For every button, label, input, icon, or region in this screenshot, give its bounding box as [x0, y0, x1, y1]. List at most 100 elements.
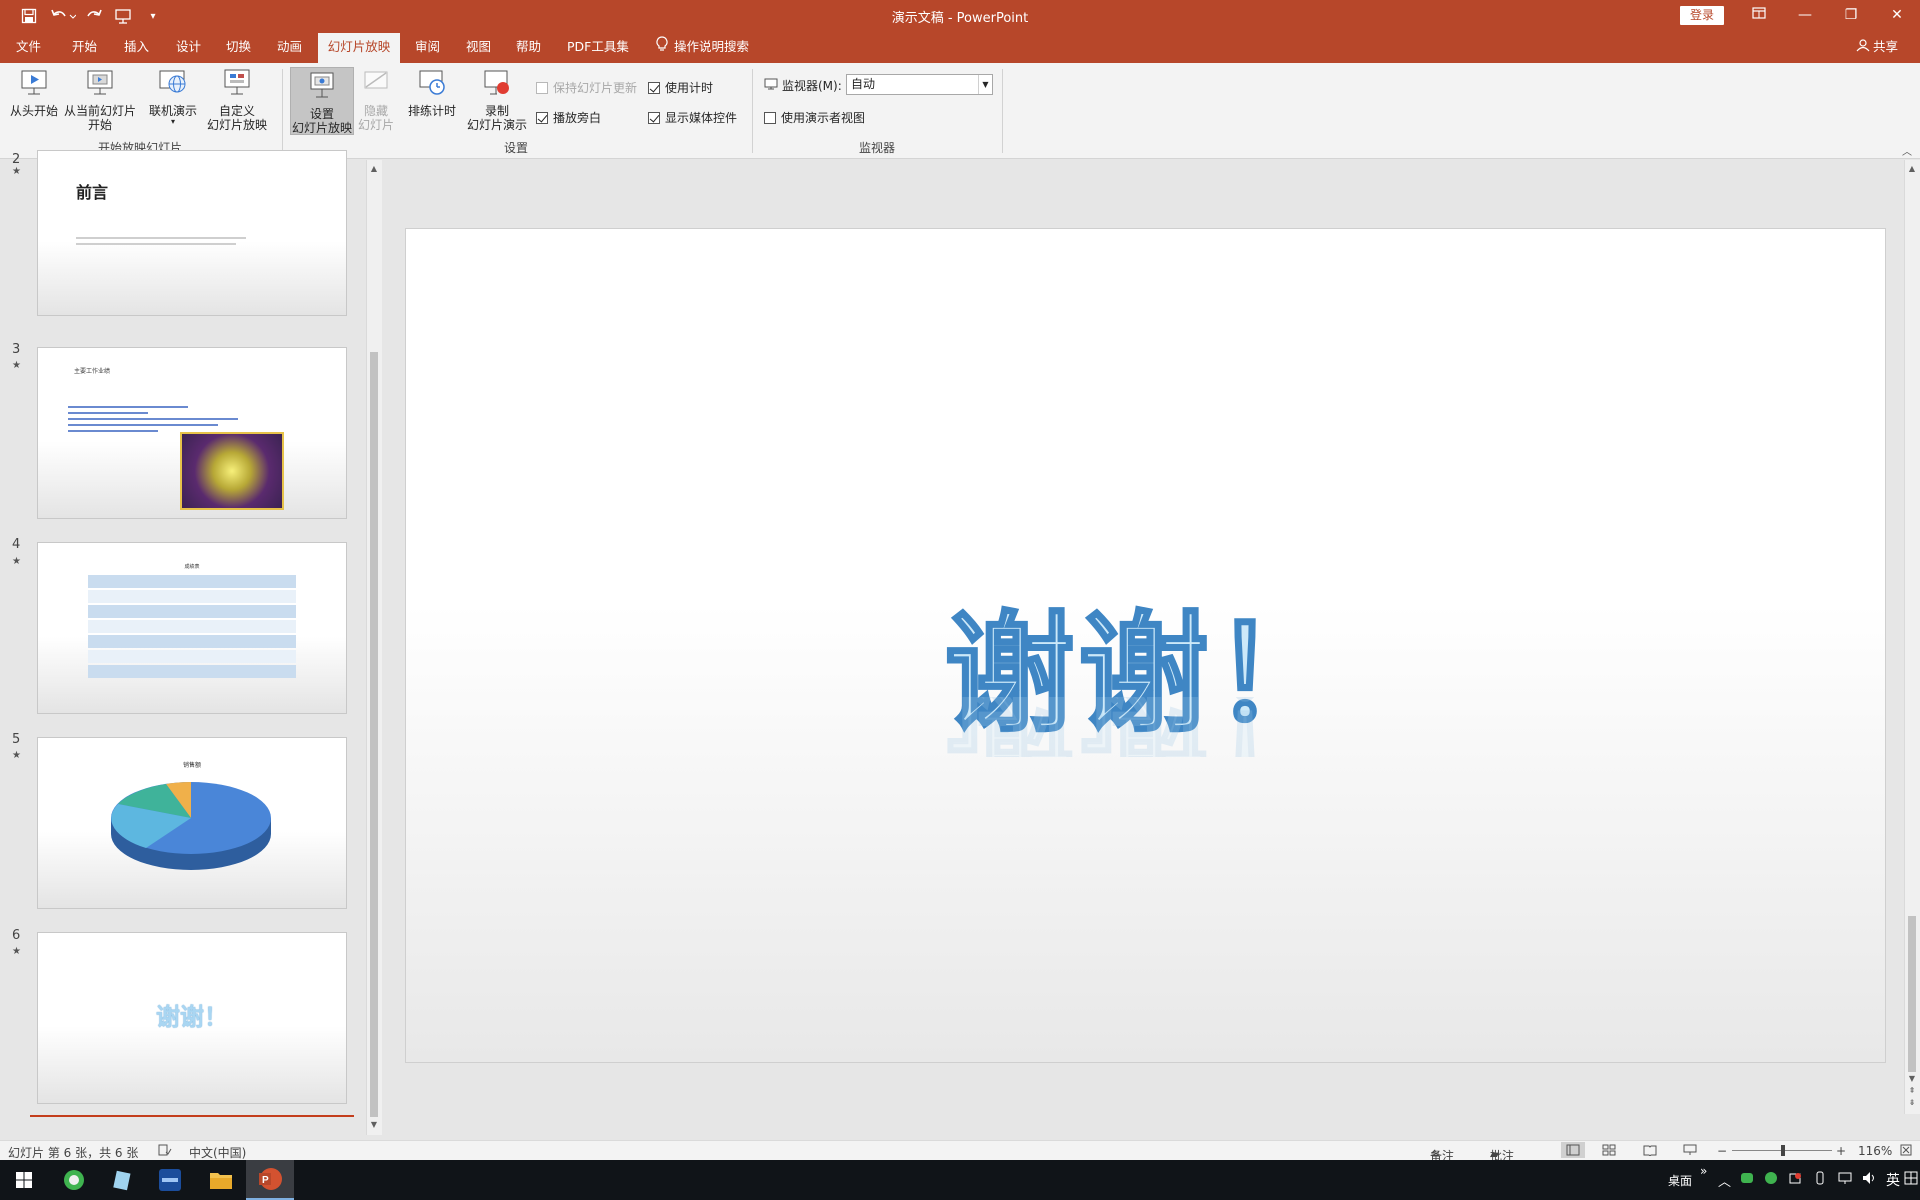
thumbnail-number: 4	[12, 537, 21, 552]
usb-tray-icon[interactable]	[1814, 1171, 1826, 1189]
globe-presentation-icon	[159, 70, 186, 93]
scrollbar-thumb[interactable]	[370, 352, 378, 1117]
text-line	[68, 418, 238, 420]
fit-to-window-icon[interactable]	[1900, 1144, 1912, 1159]
scrollbar-thumb[interactable]	[1908, 916, 1916, 1072]
desktop-toolbar-label[interactable]: 桌面	[1668, 1172, 1692, 1189]
close-button[interactable]: ✕	[1874, 0, 1920, 31]
checkbox-box	[764, 111, 776, 124]
setup-slide-show-button[interactable]: 设置 幻灯片放映	[290, 67, 354, 135]
insertion-marker	[30, 1115, 354, 1117]
spell-check-icon[interactable]	[158, 1144, 172, 1159]
presenter-view-checkbox[interactable]: 使用演示者视图	[764, 109, 865, 126]
notepad-icon[interactable]	[98, 1160, 146, 1200]
tab-home[interactable]: 开始	[66, 31, 103, 63]
start-icon[interactable]	[0, 1160, 48, 1200]
tab-file[interactable]: 文件	[10, 31, 47, 63]
normal-view-icon[interactable]	[1561, 1142, 1585, 1158]
record-slide-show-button[interactable]: 录制 幻灯片演示	[460, 67, 534, 132]
security-tray-icon[interactable]	[1788, 1171, 1802, 1189]
media-app-icon[interactable]	[146, 1160, 194, 1200]
group-label-monitors: 监视器	[858, 141, 895, 155]
next-slide-icon[interactable]: ⇟	[1905, 1096, 1919, 1110]
monitor-select[interactable]: 自动 ▼	[846, 74, 993, 95]
group-label-setup: 设置	[503, 141, 528, 155]
tab-animations[interactable]: 动画	[271, 31, 308, 63]
hide-slide-label-line1: 隐藏	[363, 104, 388, 118]
powerpoint-icon[interactable]: P	[246, 1160, 294, 1200]
show-media-controls-checkbox[interactable]: 显示媒体控件	[648, 109, 737, 126]
show-hidden-icons-icon[interactable]: ︿	[1718, 1171, 1731, 1190]
tab-slide-show[interactable]: 幻灯片放映	[318, 33, 400, 63]
thumbnail-scrollbar[interactable]: ▲ ▼	[366, 160, 382, 1135]
share-label: 共享	[1872, 39, 1898, 54]
tab-transitions[interactable]: 切换	[220, 31, 257, 63]
thumbnail-number: 5	[12, 732, 21, 747]
checkbox-box	[536, 111, 548, 124]
hide-slide-button[interactable]: 隐藏 幻灯片	[356, 67, 396, 132]
current-slide-canvas[interactable]: 谢谢！ 谢谢！	[405, 228, 1886, 1063]
zoom-level[interactable]: 116%	[1858, 1144, 1892, 1158]
table-row	[88, 650, 296, 663]
slide-thumbnail-5[interactable]: 销售额	[37, 737, 347, 909]
window-title: 演示文稿 - PowerPoint	[891, 11, 1029, 26]
reading-view-icon[interactable]	[1643, 1144, 1657, 1159]
slide-thumbnail-6[interactable]: 谢谢！	[37, 932, 347, 1104]
table-row	[88, 665, 296, 678]
slide-count-status: 幻灯片 第 6 张，共 6 张	[8, 1146, 139, 1160]
app-tray-icon[interactable]	[1764, 1171, 1778, 1189]
collapse-ribbon-icon[interactable]: ︿	[1902, 143, 1912, 158]
volume-icon[interactable]	[1862, 1171, 1878, 1189]
zoom-slider-thumb[interactable]	[1781, 1145, 1785, 1156]
slide-scrollbar[interactable]: ▲ ▼ ⇞ ⇟	[1904, 160, 1920, 1114]
tab-view[interactable]: 视图	[460, 31, 497, 63]
scroll-down-icon[interactable]: ▼	[367, 1118, 381, 1132]
network-icon[interactable]	[1838, 1171, 1854, 1189]
from-current-slide-button[interactable]: 从当前幻灯片 开始	[62, 67, 138, 132]
tell-me-search[interactable]: 操作说明搜索	[650, 31, 755, 63]
thumbnail-number: 2	[12, 152, 21, 167]
status-bar: 幻灯片 第 6 张，共 6 张 中文(中国) ≐ 备注 ▰ 批注 − + 116…	[0, 1140, 1920, 1163]
tab-design[interactable]: 设计	[170, 31, 207, 63]
slide-sorter-view-icon[interactable]	[1602, 1144, 1616, 1159]
minimize-button[interactable]: —	[1782, 0, 1828, 31]
slide-thumbnail-2[interactable]: 前言	[37, 150, 347, 316]
group-separator	[1002, 69, 1003, 153]
ribbon-display-options-icon[interactable]	[1736, 0, 1782, 31]
custom-slide-show-button[interactable]: 自定义 幻灯片放映	[200, 67, 274, 132]
ime-indicator[interactable]: 英	[1886, 1170, 1900, 1190]
file-explorer-icon[interactable]	[197, 1160, 245, 1200]
language-status[interactable]: 中文(中国)	[189, 1144, 246, 1161]
animation-star-icon: ★	[12, 166, 21, 177]
slide-show-view-icon[interactable]	[1683, 1144, 1697, 1159]
browser-icon[interactable]	[50, 1160, 98, 1200]
restore-button[interactable]: ❐	[1828, 0, 1874, 31]
zoom-in-button[interactable]: +	[1836, 1144, 1846, 1158]
use-timings-label: 使用计时	[665, 81, 714, 95]
tell-me-label: 操作说明搜索	[674, 39, 750, 54]
custom-show-label-line2: 幻灯片放映	[206, 118, 267, 132]
slide-thumbnail-3[interactable]: 主要工作业绩	[37, 347, 347, 519]
tab-insert[interactable]: 插入	[118, 31, 155, 63]
monitor-icon	[764, 78, 778, 93]
toolbar-overflow-icon[interactable]: »	[1700, 1164, 1707, 1178]
keep-slides-updated-checkbox[interactable]: 保持幻灯片更新	[536, 79, 637, 96]
scroll-up-icon[interactable]: ▲	[367, 162, 381, 176]
rehearse-timings-button[interactable]: 排练计时	[404, 67, 460, 118]
scroll-up-icon[interactable]: ▲	[1905, 162, 1919, 176]
use-timings-checkbox[interactable]: 使用计时	[648, 79, 713, 96]
wechat-tray-icon[interactable]	[1740, 1171, 1754, 1189]
ime-mode-icon[interactable]	[1904, 1171, 1918, 1189]
zoom-out-button[interactable]: −	[1717, 1144, 1727, 1158]
tab-help[interactable]: 帮助	[510, 31, 547, 63]
flower-photo	[180, 432, 284, 510]
record-icon	[484, 70, 509, 95]
share-button[interactable]: 共享	[1856, 31, 1898, 63]
from-beginning-button[interactable]: 从头开始	[6, 67, 62, 118]
sign-in-button[interactable]: 登录	[1680, 6, 1724, 25]
tab-review[interactable]: 审阅	[409, 31, 446, 63]
slide-thumbnail-4[interactable]: 成绩表	[37, 542, 347, 714]
tab-pdf-tools[interactable]: PDF工具集	[561, 31, 635, 63]
play-narrations-checkbox[interactable]: 播放旁白	[536, 109, 601, 126]
online-present-button[interactable]: 联机演示 ▾	[144, 67, 202, 126]
